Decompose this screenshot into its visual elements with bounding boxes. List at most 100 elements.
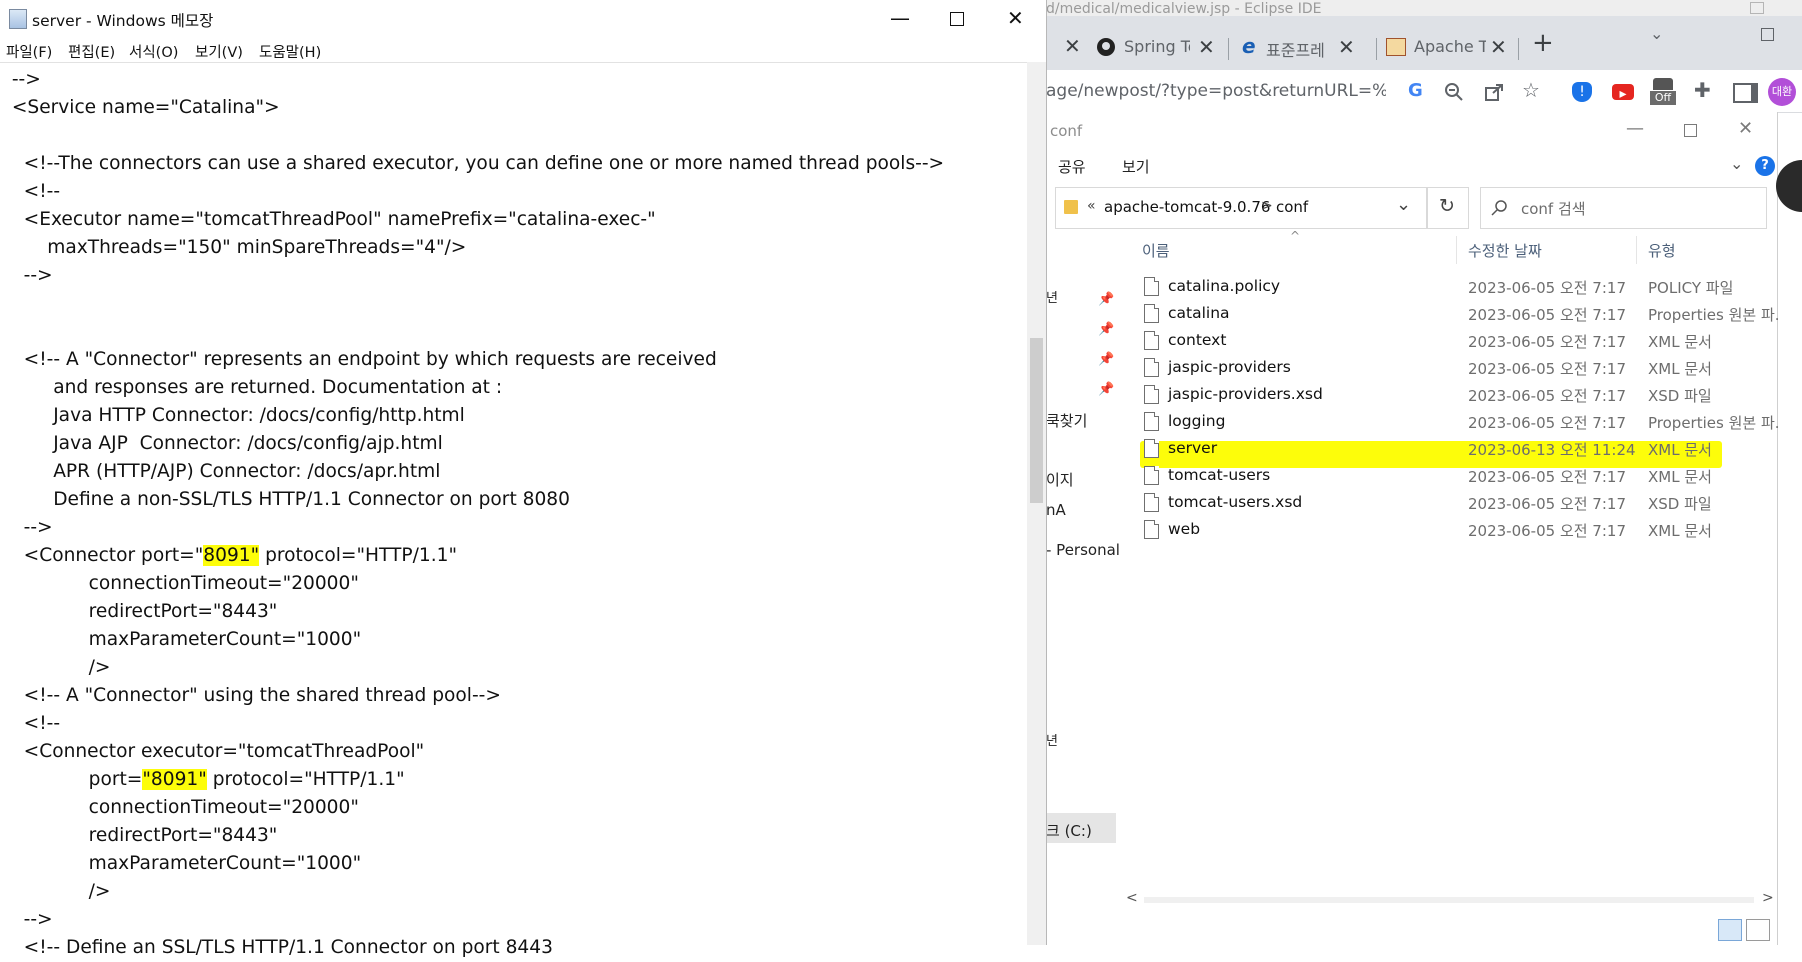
tab-close-icon[interactable]: ✕ — [1198, 37, 1215, 57]
horizontal-scrollbar[interactable] — [1144, 897, 1754, 903]
google-icon[interactable]: G — [1408, 80, 1423, 101]
ribbon-tab-share[interactable]: 공유 — [1058, 156, 1086, 177]
column-header-type[interactable]: 유형 — [1648, 240, 1676, 261]
nav-item-label: 크 (C:) — [1046, 822, 1092, 840]
notepad-app-icon[interactable] — [9, 9, 27, 29]
tab-label: Apache T — [1414, 37, 1486, 56]
scroll-right-icon[interactable]: > — [1762, 890, 1774, 906]
menu-edit[interactable]: 편집(E) — [68, 41, 115, 62]
nav-item-fragment[interactable]: 년 — [1046, 730, 1058, 749]
file-name: catalina — [1168, 304, 1230, 322]
file-row[interactable]: context 2023-06-05 오전 7:17 XML 문서 — [1140, 328, 1780, 355]
address-bar[interactable]: age/newpost/?type=post&returnURL=%2... — [1046, 81, 1386, 101]
nav-item[interactable]: 쿡찾기 — [1046, 410, 1087, 431]
help-icon[interactable]: ? — [1755, 156, 1775, 176]
explorer-search-input[interactable]: conf 검색 — [1480, 187, 1767, 229]
code-line: --> — [0, 517, 53, 538]
breadcrumb-parent[interactable]: apache-tomcat-9.0.76 — [1104, 198, 1270, 216]
maximize-icon[interactable] — [1684, 124, 1697, 137]
highlighted-port: "8091" — [142, 769, 207, 790]
pin-icon[interactable]: 📌 — [1098, 352, 1114, 367]
text-editor[interactable]: --> <Service name="Catalina"> <!--The co… — [0, 62, 1027, 958]
refresh-button[interactable]: ↻ — [1427, 187, 1469, 229]
file-modified: 2023-06-05 오전 7:17 — [1468, 495, 1626, 513]
breadcrumb-current[interactable]: conf — [1276, 198, 1308, 216]
details-view-button[interactable] — [1718, 919, 1742, 941]
pin-icon[interactable]: 📌 — [1098, 382, 1114, 397]
file-row[interactable]: catalina.policy 2023-06-05 오전 7:17 POLIC… — [1140, 274, 1780, 301]
profile-avatar[interactable]: 대환 — [1768, 78, 1796, 106]
bookmark-star-icon[interactable]: ☆ — [1522, 78, 1540, 102]
shield-extension-icon[interactable]: ! — [1572, 82, 1592, 102]
breadcrumb-overflow[interactable]: « — [1087, 198, 1096, 214]
file-icon — [1144, 439, 1159, 458]
new-tab-button[interactable]: + — [1532, 28, 1554, 58]
file-row[interactable]: jaspic-providers 2023-06-05 오전 7:17 XML … — [1140, 355, 1780, 382]
column-header-name[interactable]: 이름 — [1142, 240, 1170, 261]
menu-format[interactable]: 서식(O) — [129, 41, 178, 62]
large-icons-view-button[interactable] — [1746, 919, 1770, 941]
chevron-down-icon[interactable]: ⌄ — [1396, 194, 1411, 215]
file-type: XML 문서 — [1648, 441, 1712, 459]
menu-view[interactable]: 보기(V) — [195, 41, 243, 62]
file-row-server[interactable]: server 2023-06-13 오전 11:24 XML 문서 — [1140, 436, 1780, 463]
share-icon[interactable] — [1484, 82, 1504, 102]
file-name: tomcat-users — [1168, 466, 1271, 484]
menu-help[interactable]: 도움말(H) — [259, 41, 321, 62]
file-row[interactable]: catalina 2023-06-05 오전 7:17 Properties 원… — [1140, 301, 1780, 328]
maximize-icon[interactable] — [950, 12, 964, 26]
code-line: maxParameterCount="1000" — [0, 629, 362, 650]
vertical-scrollbar[interactable] — [1027, 62, 1046, 945]
file-type: Properties 원본 파... — [1648, 414, 1780, 432]
explorer-address-bar[interactable]: « apache-tomcat-9.0.76 > conf ⌄ — [1055, 187, 1427, 229]
file-row[interactable]: tomcat-users.xsd 2023-06-05 오전 7:17 XSD … — [1140, 490, 1780, 517]
code-line: maxParameterCount="1000" — [0, 853, 362, 874]
file-row[interactable]: web 2023-06-05 오전 7:17 XML 문서 — [1140, 517, 1780, 544]
nav-item[interactable]: 이지 — [1046, 469, 1074, 490]
tab-close-icon[interactable]: ✕ — [1338, 37, 1355, 57]
youtube-extension-icon[interactable]: ▸ — [1612, 84, 1634, 102]
close-icon[interactable]: ✕ — [1738, 118, 1753, 139]
code-line: /> — [0, 881, 111, 902]
maximize-icon[interactable] — [1761, 28, 1774, 41]
file-modified: 2023-06-05 오전 7:17 — [1468, 414, 1626, 432]
ribbon-tab-view[interactable]: 보기 — [1122, 156, 1150, 177]
code-line: <!-- A "Connector" represents an endpoin… — [0, 349, 717, 370]
minimize-icon[interactable]: — — [890, 6, 910, 30]
code-line: Java AJP Connector: /docs/config/ajp.htm… — [0, 433, 443, 454]
extension-off-icon[interactable]: Off — [1650, 78, 1676, 106]
pin-icon[interactable]: 📌 — [1098, 322, 1114, 337]
tab-close-icon[interactable]: ✕ — [1490, 37, 1507, 57]
column-separator[interactable] — [1636, 236, 1637, 264]
file-row[interactable]: logging 2023-06-05 오전 7:17 Properties 원본… — [1140, 409, 1780, 436]
ribbon-expand-icon[interactable]: ⌄ — [1730, 154, 1743, 173]
zoom-icon[interactable] — [1444, 82, 1464, 102]
side-panel-icon[interactable] — [1733, 83, 1758, 103]
breadcrumb-separator[interactable]: > — [1261, 198, 1273, 214]
nav-item-fragment[interactable]: 년 — [1046, 287, 1058, 306]
close-icon[interactable]: ✕ — [1007, 6, 1024, 30]
file-row[interactable]: tomcat-users 2023-06-05 오전 7:17 XML 문서 — [1140, 463, 1780, 490]
pin-icon[interactable]: 📌 — [1098, 292, 1114, 307]
tab-label: 표준프레 — [1266, 41, 1325, 60]
file-type: XML 문서 — [1648, 333, 1712, 351]
scrollbar-thumb[interactable] — [1030, 338, 1043, 503]
extensions-puzzle-icon[interactable]: ✚ — [1694, 78, 1711, 102]
file-modified: 2023-06-05 오전 7:17 — [1468, 306, 1626, 324]
browser-tab[interactable]: e 표준프레 ✕ — [1242, 34, 1392, 64]
tab-separator — [1376, 38, 1377, 60]
nav-item[interactable]: nA — [1046, 501, 1066, 519]
nav-item[interactable]: - Personal — [1046, 541, 1120, 559]
code-line: --> — [0, 909, 53, 930]
column-separator[interactable] — [1456, 236, 1457, 264]
file-row[interactable]: jaspic-providers.xsd 2023-06-05 오전 7:17 … — [1140, 382, 1780, 409]
eclipse-maximize-icon[interactable] — [1750, 2, 1764, 14]
scroll-left-icon[interactable]: < — [1126, 890, 1138, 906]
minimize-icon[interactable]: — — [1626, 118, 1644, 139]
menu-file[interactable]: 파일(F) — [6, 41, 52, 62]
tab-close-icon[interactable]: ✕ — [1064, 36, 1081, 56]
column-header-modified[interactable]: 수정한 날짜 — [1468, 240, 1542, 261]
tab-search-icon[interactable]: ⌄ — [1650, 24, 1663, 43]
browser-tab[interactable]: Apache T ✕ — [1386, 34, 1526, 64]
tab-separator — [1518, 38, 1519, 60]
